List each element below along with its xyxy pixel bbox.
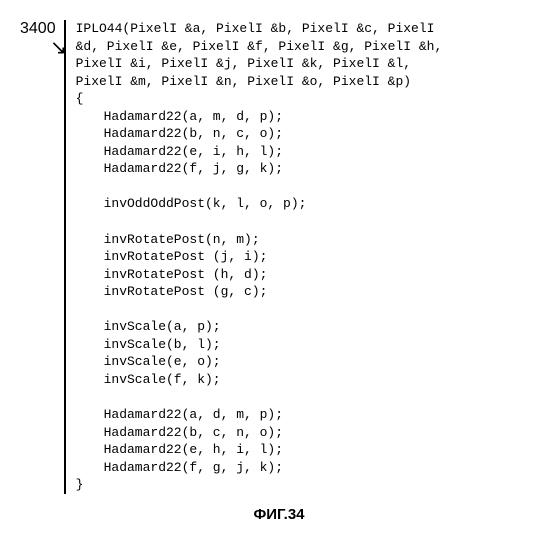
code-signature-4: PixelI &m, PixelI &n, PixelI &o, PixelI …: [76, 73, 443, 91]
code-line: invScale(b, l);: [76, 336, 443, 354]
code-line: invOddOddPost(k, l, o, p);: [76, 195, 443, 213]
blank-line: [76, 301, 443, 319]
figure-container: 3400 ↘ IPLO44(PixelI &a, PixelI &b, Pixe…: [20, 20, 538, 494]
code-signature-1: IPLO44(PixelI &a, PixelI &b, PixelI &c, …: [76, 20, 443, 38]
code-line: Hadamard22(e, i, h, l);: [76, 143, 443, 161]
code-signature-2: &d, PixelI &e, PixelI &f, PixelI &g, Pix…: [76, 38, 443, 56]
code-line: Hadamard22(b, n, c, o);: [76, 125, 443, 143]
code-line: invRotatePost(n, m);: [76, 231, 443, 249]
figure-number: 3400: [20, 20, 56, 38]
code-signature-3: PixelI &i, PixelI &j, PixelI &k, PixelI …: [76, 55, 443, 73]
code-block: IPLO44(PixelI &a, PixelI &b, PixelI &c, …: [64, 20, 443, 494]
blank-line: [76, 388, 443, 406]
brace-open: {: [76, 90, 443, 108]
code-line: Hadamard22(f, j, g, k);: [76, 160, 443, 178]
code-line: invRotatePost (h, d);: [76, 266, 443, 284]
blank-line: [76, 178, 443, 196]
code-line: invRotatePost (j, i);: [76, 248, 443, 266]
figure-caption: ФИГ.34: [20, 506, 538, 523]
code-line: Hadamard22(e, h, i, l);: [76, 441, 443, 459]
code-line: Hadamard22(b, c, n, o);: [76, 424, 443, 442]
blank-line: [76, 213, 443, 231]
arrow-icon: ↘: [50, 38, 67, 58]
code-line: Hadamard22(a, d, m, p);: [76, 406, 443, 424]
brace-close: }: [76, 476, 443, 494]
figure-label: 3400 ↘: [20, 20, 56, 38]
code-line: invScale(f, k);: [76, 371, 443, 389]
code-line: invRotatePost (g, c);: [76, 283, 443, 301]
code-line: Hadamard22(a, m, d, p);: [76, 108, 443, 126]
code-line: invScale(a, p);: [76, 318, 443, 336]
code-line: Hadamard22(f, g, j, k);: [76, 459, 443, 477]
code-line: invScale(e, o);: [76, 353, 443, 371]
